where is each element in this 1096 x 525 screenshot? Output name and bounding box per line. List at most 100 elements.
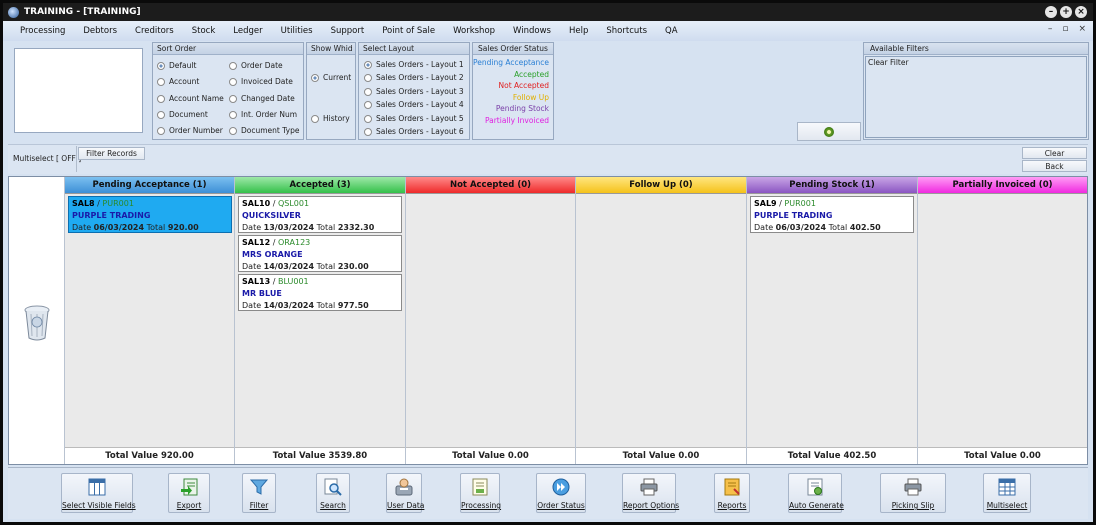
toolbar-label: Picking Slip [891, 501, 935, 510]
column-total: Total Value 0.00 [918, 447, 1087, 464]
layout-3-radio[interactable]: Sales Orders - Layout 3 [364, 87, 464, 96]
filter-records-button[interactable]: Filter Records [78, 147, 145, 160]
radio-dot-icon [229, 61, 237, 70]
refresh-icon [824, 127, 834, 137]
menu-creditors[interactable]: Creditors [126, 26, 183, 36]
show-history-radio[interactable]: History [311, 114, 350, 123]
show-current-radio[interactable]: Current [311, 73, 351, 82]
account-code: BLU001 [277, 277, 309, 286]
menu-shortcuts[interactable]: Shortcuts [597, 26, 656, 36]
toolbar-label: Auto Generate [789, 501, 844, 510]
column-pending-acceptance: Pending Acceptance (1) SAL8 / PUR001 PUR… [65, 177, 235, 464]
order-card[interactable]: SAL10 / QSL001 QUICKSILVER Date 13/03/20… [238, 196, 402, 233]
menu-utilities[interactable]: Utilities [272, 26, 322, 36]
printer-icon [640, 478, 658, 496]
menu-qa[interactable]: QA [656, 26, 687, 36]
radio-dot-icon [229, 77, 237, 86]
column-not-accepted: Not Accepted (0) Total Value 0.00 [406, 177, 576, 464]
sort-int-order-num-radio[interactable]: Int. Order Num [229, 110, 297, 119]
sort-account-radio[interactable]: Account [157, 77, 199, 86]
sort-order-date-radio[interactable]: Order Date [229, 61, 283, 70]
column-total: Total Value 920.00 [65, 447, 234, 464]
legend-pending-acceptance: Pending Acceptance [473, 58, 550, 67]
sort-order-title: Sort Order [153, 43, 303, 55]
customer-name: PURPLE TRADING [72, 211, 151, 220]
search-button[interactable]: Search [316, 473, 350, 513]
sort-document-type-radio[interactable]: Document Type [229, 126, 299, 135]
date-label: Date [754, 223, 774, 232]
refresh-button[interactable] [797, 122, 861, 141]
radio-label: Account Name [169, 94, 224, 103]
menu-processing[interactable]: Processing [11, 26, 74, 36]
sort-order-number-radio[interactable]: Order Number [157, 126, 223, 135]
filter-button[interactable]: Filter [242, 473, 276, 513]
close-button[interactable]: × [1075, 6, 1087, 18]
account-code: PUR001 [784, 199, 816, 208]
menu-help[interactable]: Help [560, 26, 597, 36]
select-visible-fields-button[interactable]: Select Visible Fields [61, 473, 136, 513]
radio-dot-icon [157, 77, 165, 86]
layout-1-radio[interactable]: Sales Orders - Layout 1 [364, 60, 464, 69]
layout-6-radio[interactable]: Sales Orders - Layout 6 [364, 127, 464, 136]
order-card[interactable]: SAL12 / ORA123 MRS ORANGE Date 14/03/202… [238, 235, 402, 272]
menu-stock[interactable]: Stock [183, 26, 225, 36]
radio-dot-icon [157, 110, 165, 119]
toolbar-label: User Data [387, 501, 425, 510]
order-card[interactable]: SAL13 / BLU001 MR BLUE Date 14/03/2024 T… [238, 274, 402, 311]
show-which-title: Show Whid [307, 43, 355, 55]
multiselect-button[interactable]: Multiselect [983, 473, 1031, 513]
back-button[interactable]: Back [1022, 160, 1087, 172]
order-status-button[interactable]: Order Status [536, 473, 586, 513]
menu-workshop[interactable]: Workshop [444, 26, 504, 36]
reports-button[interactable]: Reports [714, 473, 750, 513]
export-button[interactable]: Export [168, 473, 210, 513]
toolbar-label: Search [320, 501, 346, 510]
clear-filter-item[interactable]: Clear Filter [866, 57, 1086, 68]
select-layout-title: Select Layout [359, 43, 469, 55]
sort-invoiced-date-radio[interactable]: Invoiced Date [229, 77, 293, 86]
column-follow-up: Follow Up (0) Total Value 0.00 [576, 177, 747, 464]
sort-default-radio[interactable]: Default [157, 61, 196, 70]
sort-account-name-radio[interactable]: Account Name [157, 94, 224, 103]
layout-2-radio[interactable]: Sales Orders - Layout 2 [364, 73, 464, 82]
show-which-group: Show Whid Current History [306, 42, 356, 140]
layout-4-radio[interactable]: Sales Orders - Layout 4 [364, 100, 464, 109]
auto-generate-button[interactable]: Auto Generate [788, 473, 844, 513]
maximize-button[interactable]: + [1060, 6, 1072, 18]
toolbar-label: Reports [717, 501, 747, 510]
processing-button[interactable]: Processing [460, 473, 501, 513]
order-card[interactable]: SAL9 / PUR001 PURPLE TRADING Date 06/03/… [750, 196, 914, 233]
auto-generate-icon [807, 478, 823, 496]
order-date: 06/03/2024 [93, 223, 145, 232]
grid-icon [998, 478, 1016, 496]
radio-label: Int. Order Num [241, 110, 298, 119]
order-card[interactable]: SAL8 / PUR001 PURPLE TRADING Date 06/03/… [68, 196, 232, 233]
menu-ledger[interactable]: Ledger [224, 26, 271, 36]
sort-changed-date-radio[interactable]: Changed Date [229, 94, 295, 103]
picking-slip-button[interactable]: Picking Slip [880, 473, 946, 513]
layout-5-radio[interactable]: Sales Orders - Layout 5 [364, 114, 464, 123]
mdi-close-button[interactable]: × [1078, 24, 1086, 34]
column-header: Not Accepted (0) [406, 177, 575, 194]
toolbar-label: Report Options [623, 501, 680, 510]
radio-label: Order Number [169, 126, 223, 135]
user-data-button[interactable]: User Data [386, 473, 425, 513]
sort-document-radio[interactable]: Document [157, 110, 208, 119]
menu-point-of-sale[interactable]: Point of Sale [373, 26, 444, 36]
available-filters-title: Available Filters [864, 43, 1088, 55]
radio-label: Document Type [241, 126, 300, 135]
columns-icon [88, 478, 106, 496]
menu-debtors[interactable]: Debtors [74, 26, 126, 36]
funnel-icon [249, 479, 269, 495]
mdi-minimize-button[interactable]: – [1048, 24, 1053, 34]
column-pending-stock: Pending Stock (1) SAL9 / PUR001 PURPLE T… [747, 177, 918, 464]
mdi-restore-button[interactable]: ▫ [1062, 24, 1068, 34]
report-options-button[interactable]: Report Options [622, 473, 680, 513]
menu-support[interactable]: Support [322, 26, 374, 36]
clear-button[interactable]: Clear [1022, 147, 1087, 159]
window-title: TRAINING - [TRAINING] [24, 7, 141, 17]
minimize-button[interactable]: – [1045, 6, 1057, 18]
multiselect-status: Multiselect [ OFF ] [13, 154, 82, 163]
trash-drop-zone[interactable] [9, 177, 65, 464]
menu-windows[interactable]: Windows [504, 26, 560, 36]
